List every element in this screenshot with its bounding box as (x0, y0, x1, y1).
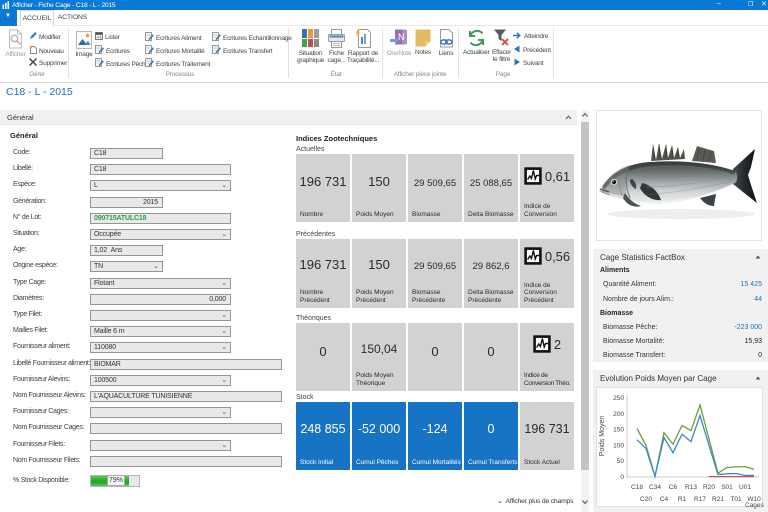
svg-text:Poids Moyen: Poids Moyen (599, 416, 606, 457)
svg-text:C6: C6 (669, 484, 678, 491)
svg-text:150: 150 (613, 427, 624, 434)
svg-text:R20: R20 (703, 484, 715, 491)
svg-text:50: 50 (617, 458, 625, 465)
svg-text:S01: S01 (721, 484, 733, 491)
svg-text:100: 100 (613, 442, 624, 449)
svg-text:0: 0 (620, 474, 624, 481)
svg-text:R13: R13 (685, 484, 697, 491)
svg-text:C18: C18 (631, 484, 643, 491)
svg-text:C4: C4 (660, 496, 669, 503)
svg-text:R17: R17 (694, 496, 706, 503)
svg-text:C20: C20 (640, 496, 652, 503)
svg-text:C34: C34 (649, 484, 661, 491)
svg-text:250: 250 (613, 395, 624, 402)
svg-text:R21: R21 (712, 496, 724, 503)
svg-text:U01: U01 (739, 484, 751, 491)
svg-text:R1: R1 (678, 496, 687, 503)
svg-text:200: 200 (613, 411, 624, 418)
svg-text:T01: T01 (730, 496, 742, 503)
